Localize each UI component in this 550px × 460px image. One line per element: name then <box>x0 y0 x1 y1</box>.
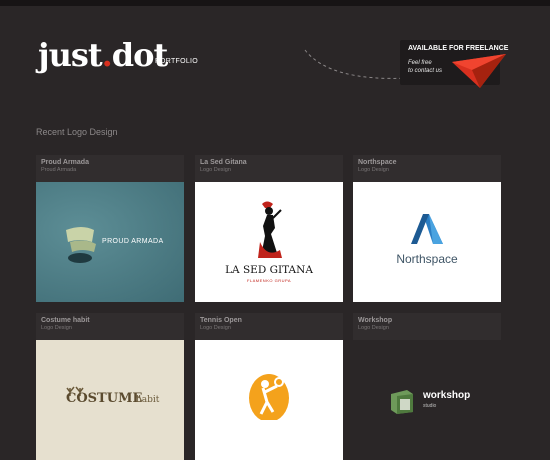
card-subtitle: Logo Design <box>41 325 72 331</box>
logo-dot: . <box>101 36 113 74</box>
card-thumbnail[interactable]: COSTUME habit <box>36 340 184 460</box>
card-title[interactable]: La Sed Gitana <box>200 155 338 166</box>
card-thumbnail[interactable]: workshop studio <box>353 340 501 460</box>
card-logo-subtext: FLAMENKO GRUPA <box>246 278 292 283</box>
card-thumbnail[interactable]: PROUD ARMADA <box>36 182 184 302</box>
card-thumbnail[interactable]: LA SED GITANA FLAMENKO GRUPA <box>195 182 343 302</box>
card-logo-text: Northspace <box>396 252 458 266</box>
card-header: La Sed Gitana Logo Design <box>195 155 343 182</box>
card-header: Costume habit Logo Design <box>36 313 184 340</box>
card-subtitle: Logo Design <box>200 167 231 173</box>
card-thumbnail[interactable]: Northspace <box>353 182 501 302</box>
card-title[interactable]: Northspace <box>358 155 496 166</box>
card-title[interactable]: Tennis Open <box>200 313 338 324</box>
north-arrow-icon <box>411 214 443 244</box>
card-subtitle: Logo Design <box>358 167 389 173</box>
site-logo[interactable]: just.dot <box>38 36 168 74</box>
flamenco-dancer-icon <box>258 201 282 258</box>
card-logo-subtext: studio <box>423 403 437 409</box>
section-title: Recent Logo Design <box>36 127 118 137</box>
logo-text-tail: dot <box>111 36 168 74</box>
logo-text-main: just <box>38 36 103 74</box>
card-title[interactable]: Workshop <box>358 313 496 324</box>
card-subtitle: Logo Design <box>358 325 389 331</box>
top-bar <box>0 0 550 6</box>
card-header: Northspace Logo Design <box>353 155 501 182</box>
card-title[interactable]: Costume habit <box>41 313 179 324</box>
card-logo-text: workshop <box>423 390 471 401</box>
card-thumbnail[interactable] <box>195 340 343 460</box>
card-title[interactable]: Proud Armada <box>41 155 179 166</box>
workshop-box-icon <box>391 390 413 414</box>
freelance-text: Feel free to contact us <box>408 60 443 74</box>
card-subtitle: Logo Design <box>200 325 231 331</box>
card-header: Proud Armada Proud Armada <box>36 155 184 182</box>
card-subtitle: Proud Armada <box>41 167 77 173</box>
card-logo-text: LA SED GITANA <box>225 264 313 276</box>
portfolio-card[interactable]: La Sed Gitana Logo Design LA SED GITANA … <box>195 155 343 302</box>
card-logo-text: COSTUME <box>66 391 143 406</box>
portfolio-card[interactable]: Proud Armada Proud Armada PROUD ARMADA <box>36 155 184 302</box>
card-header: Workshop Logo Design <box>353 313 501 340</box>
paper-plane-icon <box>452 54 506 88</box>
portfolio-card[interactable]: Northspace Logo Design Northspace <box>353 155 501 302</box>
tennis-player-icon <box>249 374 289 420</box>
portfolio-card[interactable]: Costume habit Logo Design COSTUME habit <box>36 313 184 460</box>
portfolio-card[interactable]: Workshop Logo Design workshop studio <box>353 313 501 460</box>
card-logo-text: PROUD ARMADA <box>102 238 164 245</box>
card-header: Tennis Open Logo Design <box>195 313 343 340</box>
card-logo-text-2: habit <box>136 395 160 405</box>
portfolio-card[interactable]: Tennis Open Logo Design <box>195 313 343 460</box>
nav-portfolio[interactable]: PORTFOLIO <box>155 58 198 65</box>
